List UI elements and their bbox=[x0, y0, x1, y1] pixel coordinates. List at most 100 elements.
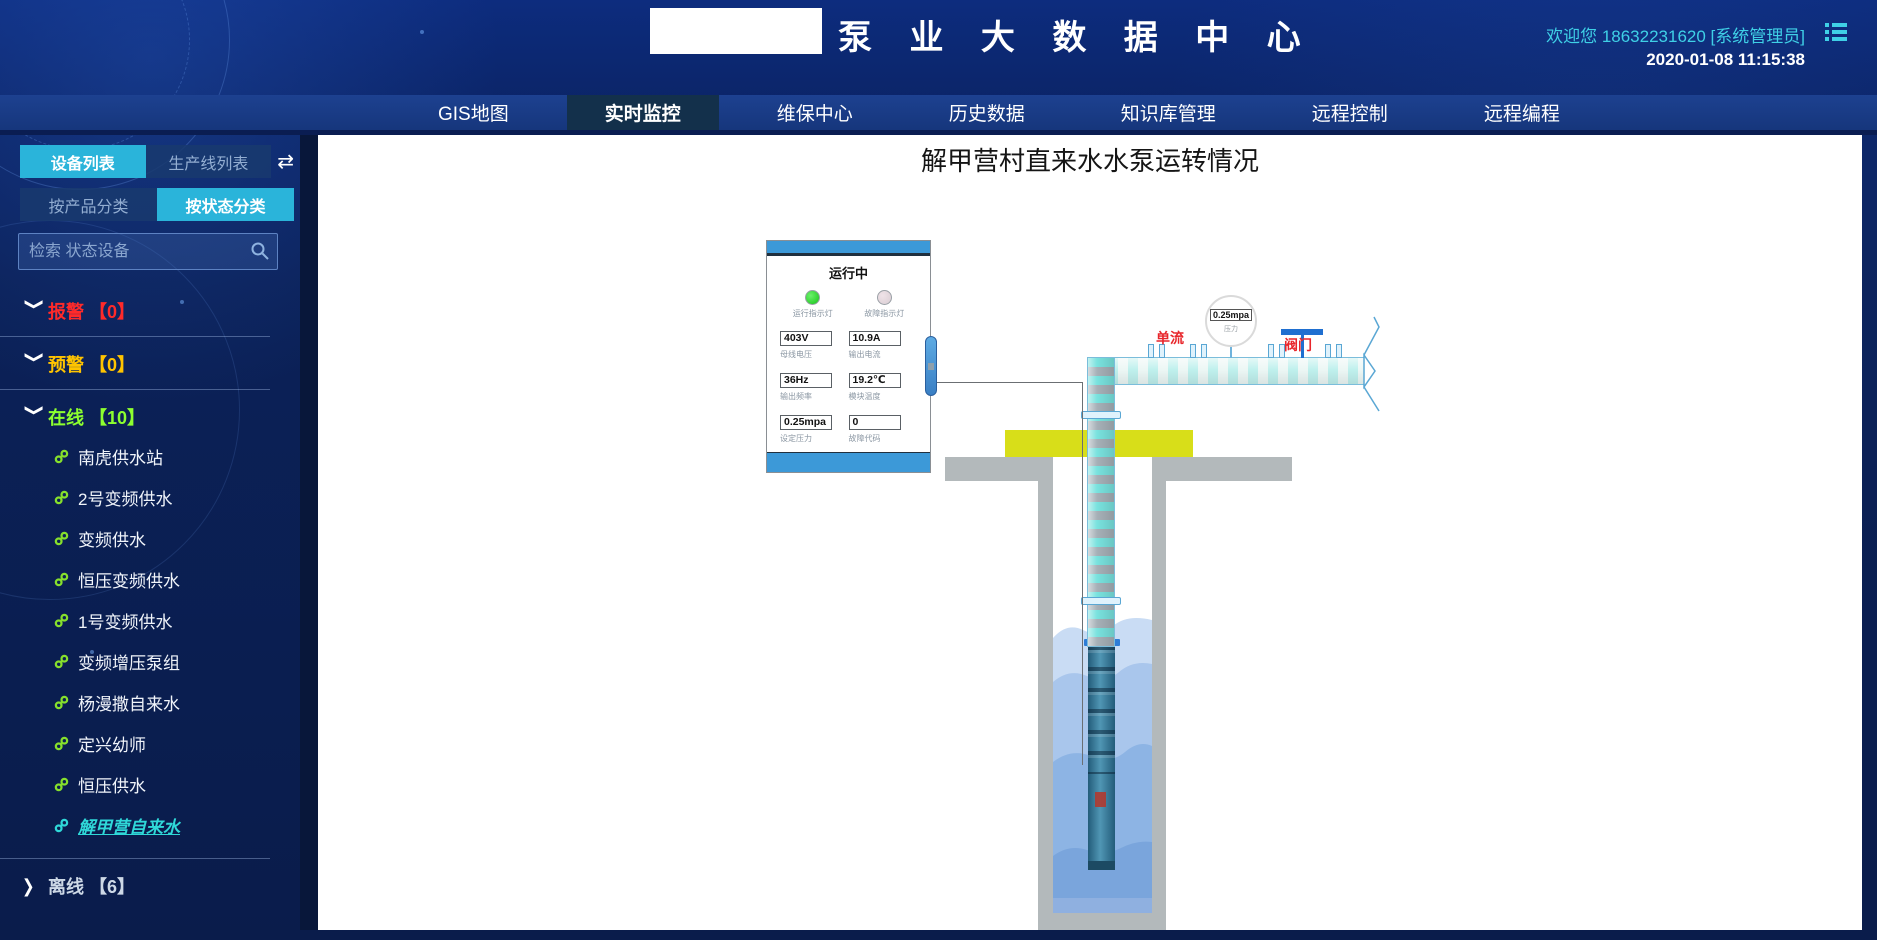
well-floor bbox=[1038, 913, 1166, 930]
group-alarm: ❯ 报警 【0】 bbox=[0, 284, 270, 337]
group-online-header[interactable]: ❯ 在线 【10】 bbox=[22, 404, 270, 430]
welcome-user-text[interactable]: 欢迎您 18632231620 [系统管理员] bbox=[1546, 22, 1805, 47]
run-indicator: 运行指示灯 bbox=[793, 290, 833, 319]
discharge-pipe-horizontal bbox=[1087, 357, 1365, 385]
pressure-gauge[interactable]: 0.25mpa 压力 bbox=[1205, 295, 1257, 347]
pump-cable-horizontal bbox=[931, 382, 1083, 383]
device-item[interactable]: 恒压供水 bbox=[22, 764, 270, 805]
device-item-label: 变频供水 bbox=[78, 526, 146, 551]
pipe-joint bbox=[1268, 344, 1285, 358]
group-offline-header[interactable]: ❯ 离线 【6】 bbox=[22, 873, 300, 899]
tab-knowledge-base[interactable]: 知识库管理 bbox=[1083, 95, 1254, 130]
pipe-collar bbox=[1081, 597, 1121, 605]
monitor-canvas: 解甲营村直来水水泵运转情况 0.25mpa 压力 单流 阀门 bbox=[318, 135, 1862, 930]
device-sidebar: 设备列表 生产线列表 ⇄ 按产品分类 按状态分类 ❯ 报警 【0】 ❯ bbox=[0, 135, 300, 940]
gauge-label: 压力 bbox=[1207, 324, 1255, 334]
well-wall-right bbox=[1152, 457, 1166, 930]
device-item-label: 恒压供水 bbox=[78, 772, 146, 797]
device-item[interactable]: 杨漫撒自来水 bbox=[22, 682, 270, 723]
main-nav: GIS地图 实时监控 维保中心 历史数据 知识库管理 远程控制 远程编程 bbox=[0, 95, 1877, 135]
search-input[interactable] bbox=[18, 233, 278, 270]
reading-label: 模块温度 bbox=[849, 391, 918, 402]
device-item[interactable]: 定兴幼师 bbox=[22, 723, 270, 764]
sidebar-divider bbox=[300, 135, 318, 930]
group-label: 在线 bbox=[48, 404, 84, 430]
app-title: 泵 业 大 数 据 中 心 bbox=[838, 10, 1315, 59]
device-list-button[interactable]: 设备列表 bbox=[20, 145, 146, 178]
reading-label: 设定压力 bbox=[780, 433, 849, 444]
list-menu-icon[interactable] bbox=[1825, 22, 1847, 42]
panel-slider-handle[interactable] bbox=[925, 336, 937, 396]
well-wall-left bbox=[1038, 457, 1053, 930]
ground-left bbox=[945, 457, 1053, 481]
chevron-down-icon[interactable]: ❯ bbox=[24, 298, 46, 324]
device-item[interactable]: 1号变频供水 bbox=[22, 600, 270, 641]
group-count: 【10】 bbox=[89, 404, 145, 430]
gauge-stem bbox=[1230, 347, 1232, 358]
reading-fault-code: 0 故障代码 bbox=[849, 415, 918, 444]
chevron-down-icon[interactable]: ❯ bbox=[24, 351, 46, 377]
group-label: 离线 bbox=[48, 873, 84, 899]
fault-indicator-label: 故障指示灯 bbox=[864, 308, 904, 319]
tab-remote-programming[interactable]: 远程编程 bbox=[1446, 95, 1598, 130]
swap-icon[interactable]: ⇄ bbox=[277, 149, 294, 174]
group-label: 报警 bbox=[48, 298, 84, 324]
reading-module-temperature: 19.2℃ 模块温度 bbox=[849, 373, 918, 402]
tab-maintenance-center[interactable]: 维保中心 bbox=[739, 95, 891, 130]
datetime-display: 2020-01-08 11:15:38 bbox=[1646, 50, 1805, 70]
pipe-joint bbox=[1325, 344, 1342, 358]
run-indicator-lamp bbox=[805, 290, 820, 305]
group-warning: ❯ 预警 【0】 bbox=[0, 337, 270, 390]
panel-status-text: 运行中 bbox=[767, 263, 930, 282]
production-line-list-button[interactable]: 生产线列表 bbox=[146, 145, 272, 178]
group-offline: ❯ 离线 【6】 bbox=[0, 859, 300, 911]
device-item-label: 解甲营自来水 bbox=[78, 813, 180, 838]
group-online: ❯ 在线 【10】 南虎供水站 2号变频供水 变频供水 bbox=[0, 390, 270, 859]
fault-indicator: 故障指示灯 bbox=[864, 290, 904, 319]
panel-top-bar bbox=[767, 241, 930, 256]
reading-label: 输出电流 bbox=[849, 349, 918, 360]
reading-value: 403V bbox=[780, 331, 832, 346]
tab-gis-map[interactable]: GIS地图 bbox=[400, 95, 547, 130]
device-item-label: 1号变频供水 bbox=[78, 608, 172, 633]
device-item[interactable]: 2号变频供水 bbox=[22, 477, 270, 518]
device-item[interactable]: 变频供水 bbox=[22, 518, 270, 559]
reading-output-current: 10.9A 输出电流 bbox=[849, 331, 918, 360]
by-status-button[interactable]: 按状态分类 bbox=[157, 188, 294, 221]
device-item-label: 恒压变频供水 bbox=[78, 567, 180, 592]
device-item[interactable]: 变频增压泵组 bbox=[22, 641, 270, 682]
tab-history-data[interactable]: 历史数据 bbox=[911, 95, 1063, 130]
group-warning-header[interactable]: ❯ 预警 【0】 bbox=[22, 351, 270, 377]
gauge-value: 0.25mpa bbox=[1210, 309, 1252, 321]
reading-value: 19.2℃ bbox=[849, 373, 901, 388]
chevron-right-icon[interactable]: ❯ bbox=[22, 875, 48, 897]
run-indicator-label: 运行指示灯 bbox=[793, 308, 833, 319]
status-tree: ❯ 报警 【0】 ❯ 预警 【0】 ❯ 在线 【10】 南虎供 bbox=[0, 284, 300, 911]
reading-label: 故障代码 bbox=[849, 433, 918, 444]
by-product-button[interactable]: 按产品分类 bbox=[20, 188, 157, 221]
submersible-pump bbox=[1088, 646, 1115, 870]
check-valve-label: 单流 bbox=[1156, 328, 1184, 348]
reading-value: 0 bbox=[849, 415, 901, 430]
device-item[interactable]: 恒压变频供水 bbox=[22, 559, 270, 600]
pump-stages bbox=[1088, 646, 1115, 774]
pump-foot bbox=[1088, 861, 1115, 870]
pump-cable-vertical bbox=[1082, 382, 1083, 765]
pipe-outlet bbox=[1362, 315, 1407, 413]
tab-realtime-monitor[interactable]: 实时监控 bbox=[567, 95, 719, 130]
group-alarm-header[interactable]: ❯ 报警 【0】 bbox=[22, 298, 270, 324]
app-header: 泵 业 大 数 据 中 心 欢迎您 18632231620 [系统管理员] 20… bbox=[0, 0, 1877, 95]
tab-remote-control[interactable]: 远程控制 bbox=[1274, 95, 1426, 130]
reading-output-frequency: 36Hz 输出频率 bbox=[780, 373, 849, 402]
pipe-joint bbox=[1190, 344, 1207, 358]
device-item-label: 变频增压泵组 bbox=[78, 649, 180, 674]
reading-set-pressure: 0.25mpa 设定压力 bbox=[780, 415, 849, 444]
reading-value: 0.25mpa bbox=[780, 415, 832, 430]
device-item-label: 南虎供水站 bbox=[78, 444, 163, 469]
fault-indicator-lamp bbox=[877, 290, 892, 305]
device-item-selected[interactable]: 解甲营自来水 bbox=[22, 805, 270, 846]
panel-bottom-bar bbox=[767, 452, 930, 472]
device-item[interactable]: 南虎供水站 bbox=[22, 436, 270, 477]
chevron-down-icon[interactable]: ❯ bbox=[24, 404, 46, 430]
search-icon[interactable] bbox=[250, 241, 270, 261]
